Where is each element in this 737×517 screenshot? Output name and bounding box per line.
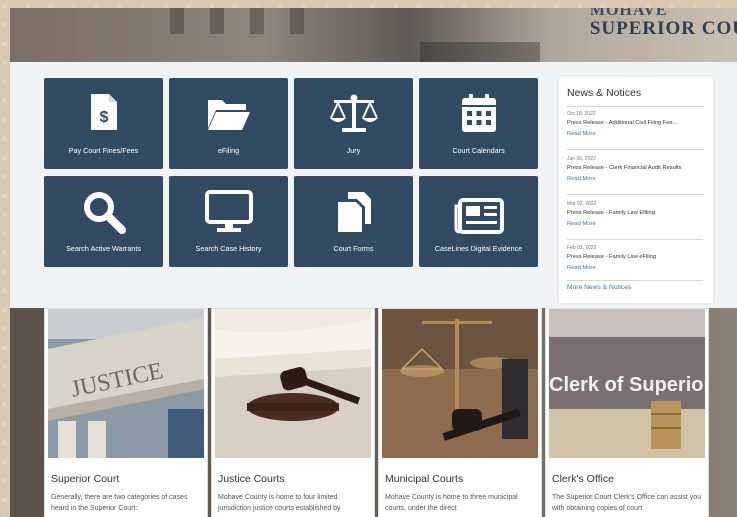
tile-label: Jury xyxy=(346,146,361,155)
clerk-office-sign-image: Clerk of Superior Court xyxy=(549,309,705,458)
sign-line-2: SUPERIOR COU xyxy=(589,18,737,39)
card-title: Municipal Courts xyxy=(385,473,464,485)
clerk-sign-text: Clerk of Superior Court xyxy=(549,374,705,396)
scales-icon xyxy=(329,94,378,132)
tile-label: Search Active Warrants xyxy=(66,244,141,253)
news-heading: News & Notices xyxy=(567,87,642,99)
monitor-icon xyxy=(204,190,253,232)
news-title[interactable]: Press Release - Additional Civil Filing … xyxy=(567,118,707,128)
tile-label: Court Calendars xyxy=(452,146,505,155)
building-window xyxy=(290,8,304,34)
card-text: Mohave County is home to three municipal… xyxy=(385,494,518,512)
tile-label: Search Case History xyxy=(195,244,262,253)
tile-caselines-digital-evidence[interactable]: CaseLines Digital Evidence xyxy=(419,176,538,267)
justice-building-image: JUSTICE xyxy=(48,309,204,458)
tile-search-active-warrants[interactable]: Search Active Warrants xyxy=(44,176,163,267)
card-text: Generally, there are two categories of c… xyxy=(51,494,188,512)
news-item: Jun 06, 2022 Press Release - Clerk Finan… xyxy=(567,155,707,185)
read-more-link[interactable]: Read More xyxy=(567,128,707,140)
read-more-link[interactable]: Read More xyxy=(567,173,707,185)
tile-efiling[interactable]: eFiling xyxy=(169,78,288,169)
document-dollar-icon: $ xyxy=(90,94,117,130)
news-date: Feb 03, 2022 xyxy=(567,245,597,251)
tile-label: Pay Court Fines/Fees xyxy=(68,146,139,155)
card-text: Mohave County is home to four limited ju… xyxy=(218,494,341,512)
building-window xyxy=(170,8,184,34)
tile-search-case-history[interactable]: Search Case History xyxy=(169,176,288,267)
svg-text:$: $ xyxy=(99,109,108,126)
court-cards-row: JUSTICE Superior Court Generally, there … xyxy=(10,308,737,517)
card-justice-courts[interactable]: Justice Courts Mohave County is home to … xyxy=(211,308,375,517)
card-superior-court[interactable]: JUSTICE Superior Court Generally, there … xyxy=(44,308,208,517)
news-item: Feb 03, 2022 Press Release - Family Law … xyxy=(567,244,707,274)
gavel-books-image xyxy=(215,309,371,458)
divider xyxy=(567,106,703,107)
hero-banner: MOHAVE SUPERIOR COU xyxy=(10,8,737,62)
copy-documents-icon xyxy=(337,192,371,232)
building-window xyxy=(250,8,264,34)
news-item: Oct 18, 2022 Press Release - Additional … xyxy=(567,110,707,140)
tile-court-calendars[interactable]: Court Calendars xyxy=(419,78,538,169)
news-title[interactable]: Press Release - Family Law Efiling xyxy=(567,208,707,218)
divider xyxy=(567,149,703,150)
tile-label: eFiling xyxy=(217,146,240,155)
read-more-link[interactable]: Read More xyxy=(567,262,707,274)
scales-gavel-image xyxy=(382,309,538,458)
news-title[interactable]: Press Release - Clerk Financial Audit Re… xyxy=(567,163,707,173)
read-more-link[interactable]: Read More xyxy=(567,218,707,230)
divider xyxy=(567,239,703,240)
news-notices-card: News & Notices Oct 18, 2022 Press Releas… xyxy=(559,77,713,303)
quick-links-grid: $ Pay Court Fines/Fees eFiling Jury Cour… xyxy=(44,78,540,268)
tile-court-forms[interactable]: Court Forms xyxy=(294,176,413,267)
folder-open-icon xyxy=(207,100,250,130)
news-item: Mar 02, 2022 Press Release - Family Law … xyxy=(567,200,707,230)
quick-links-panel: $ Pay Court Fines/Fees eFiling Jury Cour… xyxy=(10,62,737,312)
building-window xyxy=(420,42,540,62)
more-news-link[interactable]: More News & Notices xyxy=(567,284,631,291)
tile-label: CaseLines Digital Evidence xyxy=(434,244,523,253)
news-date: Jun 06, 2022 xyxy=(567,156,596,162)
divider xyxy=(567,194,703,195)
courthouse-sign: MOHAVE SUPERIOR COU xyxy=(590,8,737,38)
card-clerks-office[interactable]: Clerk of Superior Court Clerk's Office T… xyxy=(545,308,709,517)
card-text: The Superior Court Clerk's Office can as… xyxy=(552,494,702,512)
card-title: Clerk's Office xyxy=(552,473,614,485)
tile-jury[interactable]: Jury xyxy=(294,78,413,169)
tile-pay-court-fines[interactable]: $ Pay Court Fines/Fees xyxy=(44,78,163,169)
calendar-icon xyxy=(461,94,496,132)
card-municipal-courts[interactable]: Municipal Courts Mohave County is home t… xyxy=(378,308,542,517)
page-frame: MOHAVE SUPERIOR COU $ Pay Court Fines/Fe… xyxy=(10,8,737,517)
card-title: Superior Court xyxy=(51,473,120,485)
search-icon xyxy=(83,192,126,234)
news-title[interactable]: Press Release - Family Law eFiling xyxy=(567,252,707,262)
building-window xyxy=(210,8,224,34)
newspaper-icon xyxy=(454,198,504,234)
news-date: Mar 02, 2022 xyxy=(567,201,597,207)
tile-label: Court Forms xyxy=(333,244,374,253)
divider xyxy=(567,280,703,281)
news-date: Oct 18, 2022 xyxy=(567,111,596,117)
card-title: Justice Courts xyxy=(218,473,285,485)
